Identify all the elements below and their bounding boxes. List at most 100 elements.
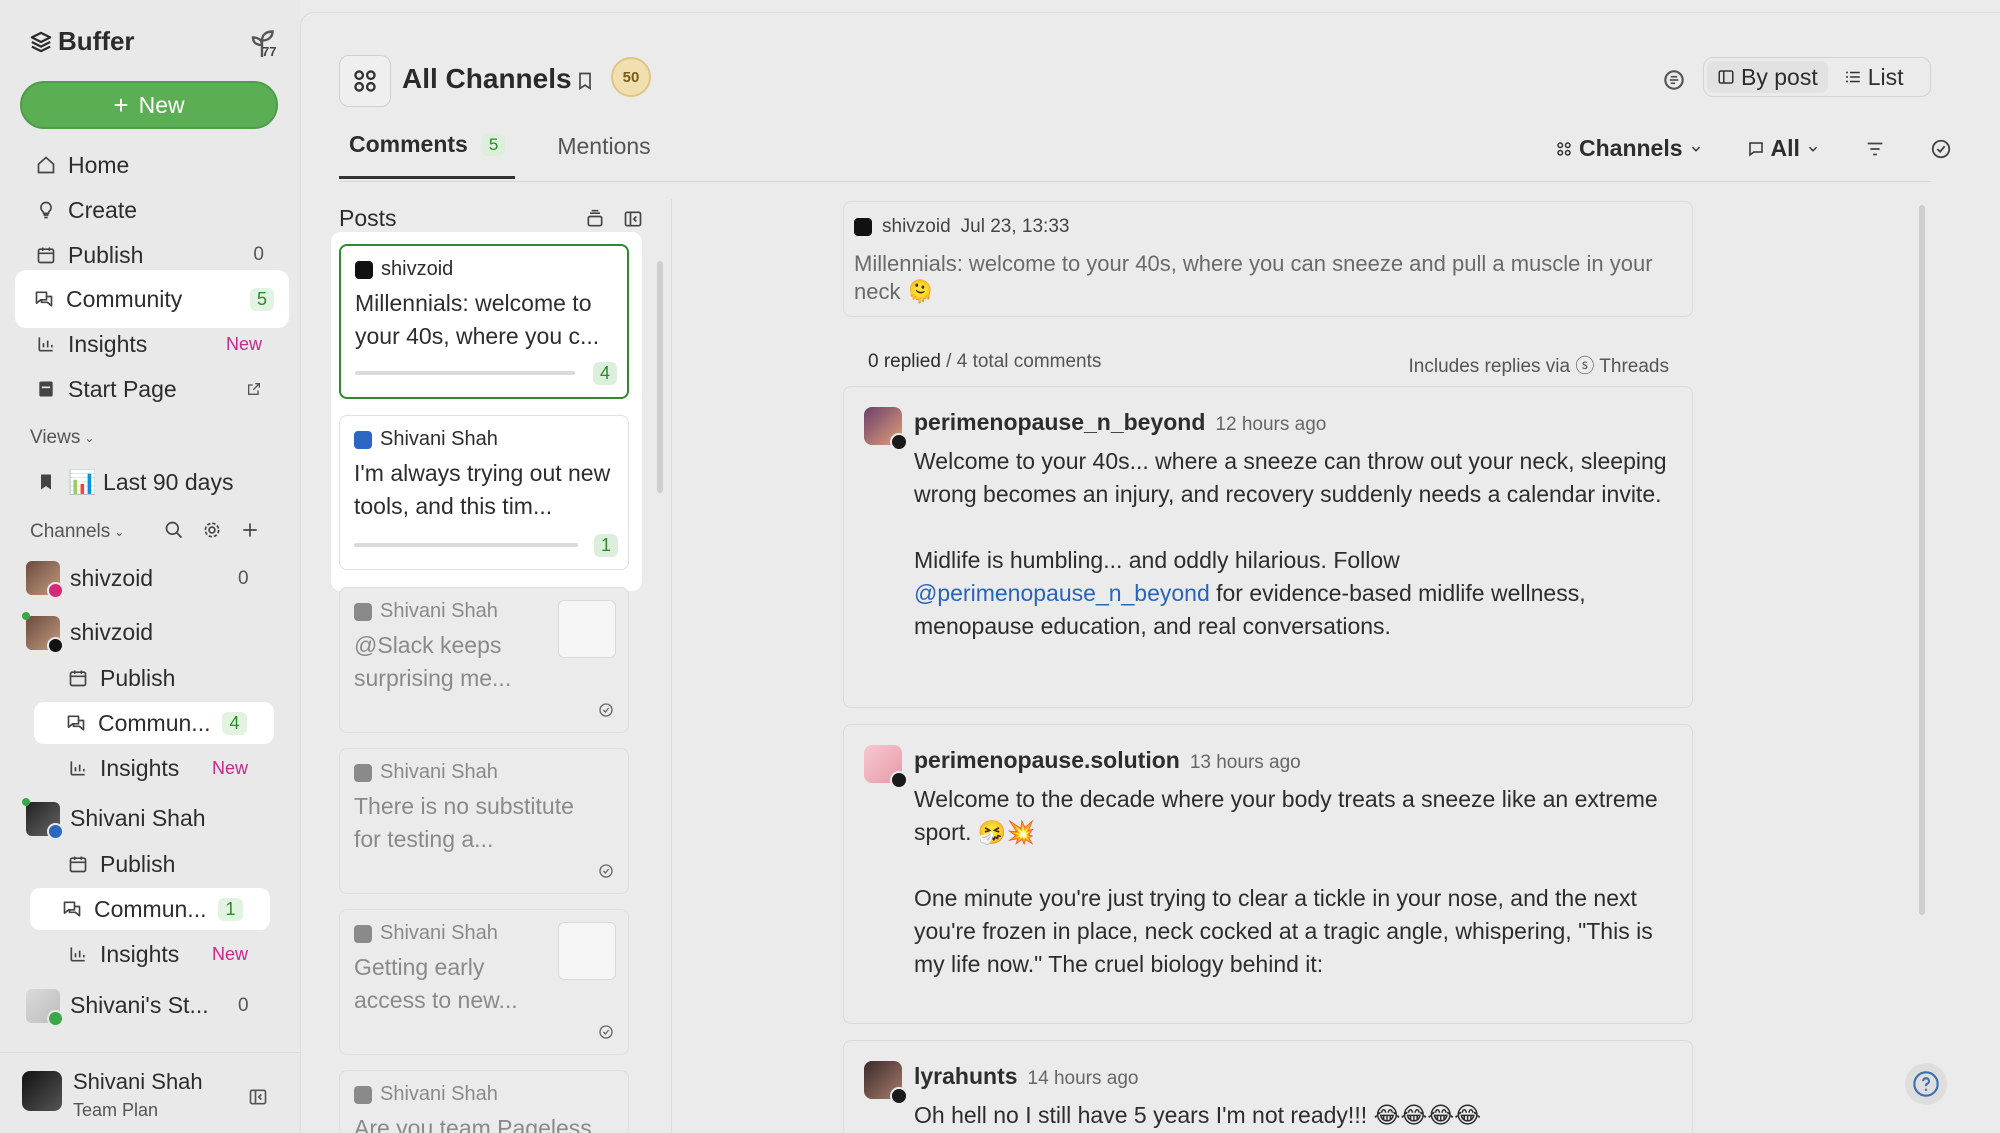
channels-filter-label: Channels <box>1579 135 1683 161</box>
post-card[interactable]: Shivani Shah Getting early access to new… <box>339 909 629 1055</box>
buffer-logo[interactable]: Buffer <box>30 26 135 57</box>
start-page-icon <box>39 381 53 397</box>
nav-community[interactable]: Community 5 <box>16 271 288 327</box>
comment-author: perimenopause_n_beyond <box>914 409 1206 435</box>
search-icon[interactable] <box>164 520 184 540</box>
post-progress <box>354 543 578 547</box>
post-text: Millennials: welcome to your 40s, where … <box>355 290 600 349</box>
chat-bubbles-icon <box>35 291 53 307</box>
status-filter[interactable]: All <box>1747 135 1820 162</box>
view-list-label: List <box>1867 63 1904 90</box>
tab-comments[interactable]: Comments 5 <box>339 131 516 179</box>
chat-bubbles-icon <box>67 715 85 731</box>
channel-name[interactable]: shivzoid <box>70 565 153 592</box>
grid-icon <box>1557 141 1571 156</box>
channel-name[interactable]: shivzoid <box>70 619 153 646</box>
gear-icon[interactable] <box>202 520 222 540</box>
posts-tools <box>585 209 643 229</box>
bookmark-icon[interactable] <box>575 70 595 92</box>
level-badge[interactable]: 50 <box>611 57 651 97</box>
linkedin-icon <box>354 602 372 621</box>
chat-bubbles-icon <box>63 901 81 917</box>
channels-filter[interactable]: Channels <box>1555 135 1703 162</box>
archive-icon[interactable] <box>585 209 605 229</box>
threads-icon <box>890 433 908 451</box>
list-icon <box>1845 71 1860 83</box>
help-button[interactable] <box>1905 1063 1947 1105</box>
chevron-down-icon <box>1691 146 1700 152</box>
nav-create-label: Create <box>68 196 138 223</box>
nav-insights[interactable]: Insights New <box>22 323 278 365</box>
view-by-post-label: By post <box>1741 63 1818 90</box>
channel-insights[interactable]: Insights New <box>52 748 272 788</box>
channels-header[interactable]: Channels ⌄ <box>30 521 124 543</box>
user-block[interactable]: Shivani Shah Team Plan <box>0 1052 300 1133</box>
check-circle-icon <box>599 1025 613 1039</box>
channel-name[interactable]: Shivani Shah <box>70 805 206 832</box>
comment-author: lyrahunts <box>914 1063 1018 1089</box>
sub-insights-label: Insights <box>100 754 180 781</box>
channel-publish[interactable]: Publish <box>52 658 272 698</box>
threads-icon <box>47 637 64 654</box>
channel-community[interactable]: Commun... 4 <box>34 702 274 744</box>
sprout-count: 77 <box>262 44 277 59</box>
collapse-sidebar-icon[interactable] <box>248 1087 268 1107</box>
post-thumbnail <box>558 600 616 658</box>
views-header[interactable]: Views ⌄ <box>30 427 94 449</box>
plus-icon[interactable] <box>240 520 260 540</box>
nav-publish[interactable]: Publish 0 <box>22 234 278 276</box>
post-card[interactable]: Shivani Shah @Slack keeps surprising me.… <box>339 587 629 733</box>
comment-time: 14 hours ago <box>1027 1068 1139 1089</box>
filter-lines-icon[interactable] <box>1864 138 1886 160</box>
nav-start-page[interactable]: Start Page <box>22 368 278 410</box>
tab-comments-count: 5 <box>481 133 506 156</box>
view-list-button[interactable]: List <box>1834 61 1914 93</box>
channel-publish[interactable]: Publish <box>52 844 272 884</box>
comment-card[interactable]: lyrahunts 14 hours ago Oh hell no I still… <box>843 1040 1693 1133</box>
post-card[interactable]: Shivani Shah There is no substitute for … <box>339 748 629 894</box>
calendar-icon <box>69 856 87 873</box>
page-title: All Channels <box>402 63 572 94</box>
nav-publish-label: Publish <box>68 241 144 268</box>
check-circle-icon[interactable] <box>1930 138 1952 160</box>
channel-community[interactable]: Commun... 1 <box>30 888 270 930</box>
post-author: Shivani Shah <box>380 428 498 450</box>
channel-count: 0 <box>238 995 249 1016</box>
new-button[interactable]: + New <box>20 81 278 129</box>
lightbulb-icon <box>40 201 52 219</box>
sub-insights-label: Insights <box>100 940 180 967</box>
channels-grid-button[interactable] <box>339 55 391 107</box>
mention-link[interactable]: @perimenopause_n_beyond <box>914 580 1210 606</box>
nav-create[interactable]: Create <box>22 189 278 231</box>
channel-insights[interactable]: Insights New <box>52 934 272 974</box>
post-text: Are you team Pageless <box>354 1115 592 1133</box>
post-text: @Slack keeps surprising me... <box>354 632 512 691</box>
original-post-date: Jul 23, 13:33 <box>960 216 1070 237</box>
collapse-panel-icon[interactable] <box>623 209 643 229</box>
chat-settings-icon[interactable] <box>1661 67 1687 93</box>
start-page-icon <box>47 1010 64 1027</box>
post-card[interactable]: Shivani Shah I'm always trying out new t… <box>339 415 629 570</box>
view-by-post-button[interactable]: By post <box>1707 61 1828 93</box>
original-post: shivzoid Jul 23, 13:33 Millennials: welc… <box>843 201 1693 317</box>
tab-comments-label: Comments <box>349 131 468 157</box>
nav-home[interactable]: Home <box>22 144 278 186</box>
column-divider <box>671 199 672 1133</box>
tab-mentions[interactable]: Mentions <box>547 131 660 179</box>
status-filter-label: All <box>1770 135 1800 161</box>
sub-community-count: 1 <box>218 897 243 921</box>
original-post-text: Millennials: welcome to your 40s, where … <box>854 251 1653 304</box>
view-last-90-days[interactable]: 📊 Last 90 days <box>22 461 278 503</box>
threads-icon <box>890 1087 908 1105</box>
post-card[interactable]: shivzoid Millennials: welcome to your 40… <box>339 244 629 399</box>
threads-icon <box>890 771 908 789</box>
channel-count: 0 <box>238 568 249 589</box>
threads-icon <box>854 218 872 236</box>
comment-time: 12 hours ago <box>1215 414 1327 435</box>
posts-scrollbar[interactable] <box>657 261 663 493</box>
comments-scrollbar[interactable] <box>1919 205 1925 915</box>
post-card[interactable]: Shivani Shah Are you team Pageless <box>339 1070 629 1133</box>
comment-card[interactable]: perimenopause_n_beyond 12 hours ago Welco… <box>843 386 1693 708</box>
channel-name[interactable]: Shivani's St... <box>70 992 209 1019</box>
comment-card[interactable]: perimenopause.solution 13 hours ago Welco… <box>843 724 1693 1024</box>
